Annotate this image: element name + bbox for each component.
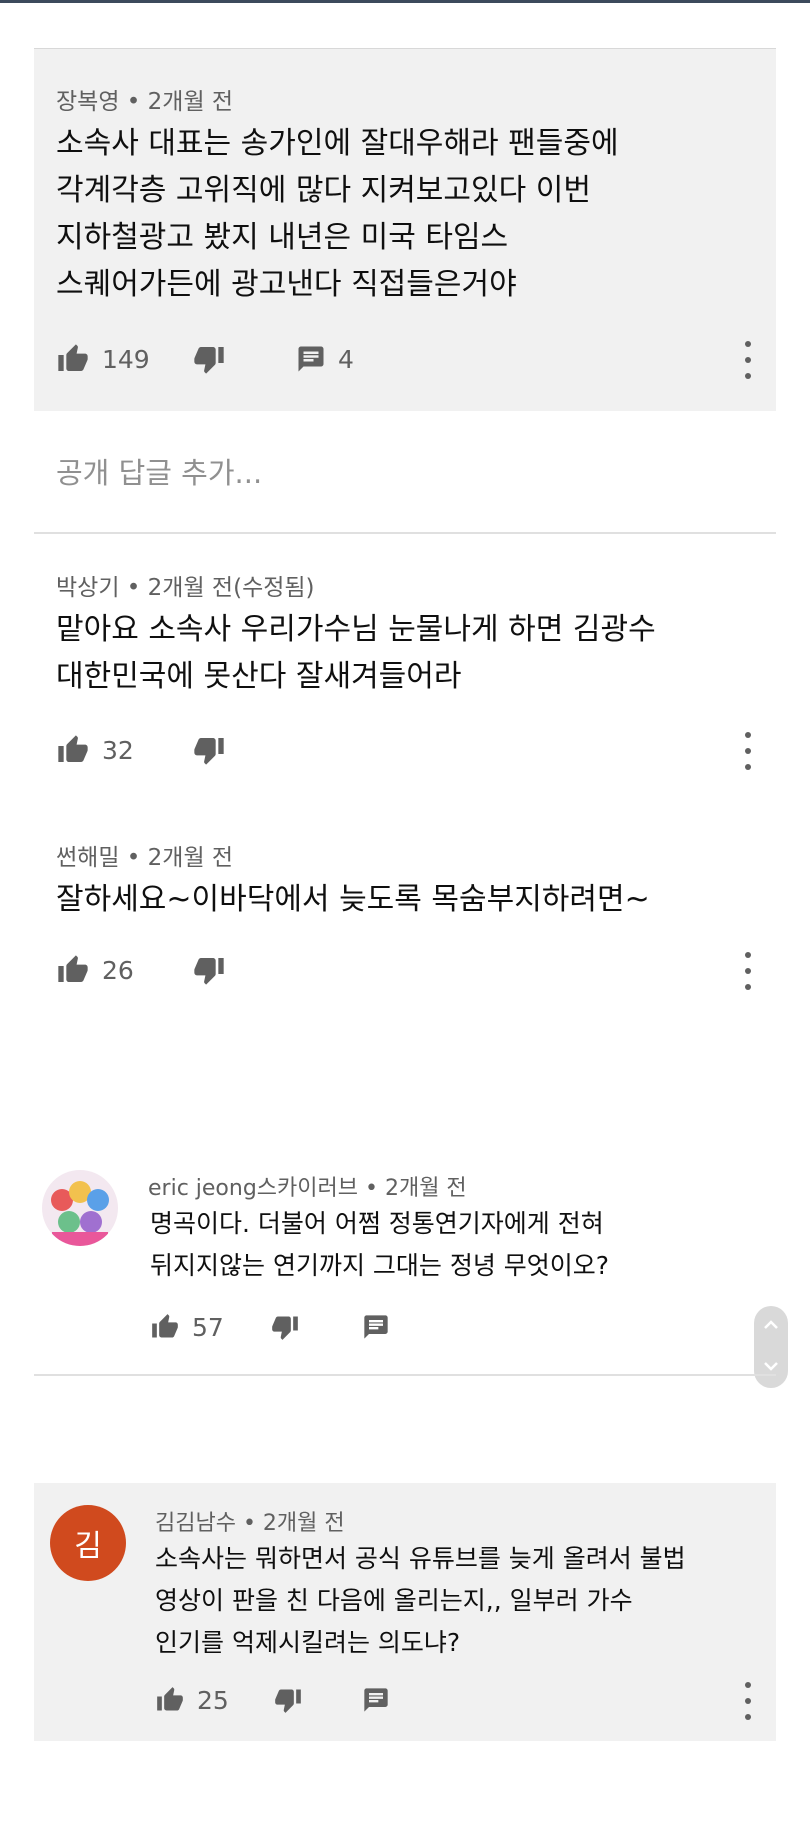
more-vert-icon[interactable] — [740, 1682, 756, 1720]
more-vert-icon[interactable] — [740, 341, 756, 379]
comment-actions: 149 4 — [56, 337, 756, 381]
comment-actions: 25 — [155, 1678, 765, 1722]
comment-actions: 26 — [56, 948, 756, 992]
comment-actions: 57 — [150, 1305, 710, 1349]
comment-text: 명곡이다. 더불어 어쩜 정통연기자에게 전혀 뒤지지않는 연기까지 그대는 정… — [150, 1209, 610, 1280]
comment-author[interactable]: 박상기 — [56, 575, 119, 601]
reply-icon — [362, 1313, 390, 1341]
reply-count: 4 — [338, 344, 354, 374]
comment-time: • 2개월 전 — [119, 89, 234, 115]
like-button[interactable]: 32 — [56, 728, 134, 772]
like-button[interactable]: 57 — [150, 1305, 224, 1349]
like-count: 149 — [102, 344, 150, 374]
like-button[interactable]: 149 — [56, 337, 150, 381]
avatar[interactable] — [42, 1170, 118, 1246]
dislike-button[interactable] — [192, 337, 226, 381]
comment-meta: 김김남수 • 2개월 전 — [155, 1505, 345, 1537]
reply-button[interactable]: 4 — [296, 337, 354, 381]
thumbs-down-icon — [192, 954, 226, 986]
top-status-bar — [0, 0, 810, 3]
dislike-button[interactable] — [270, 1305, 300, 1349]
more-vert-icon[interactable] — [740, 952, 756, 990]
comment-meta: 장복영 • 2개월 전 — [56, 82, 233, 116]
comment-meta: 박상기 • 2개월 전(수정됨) — [56, 568, 315, 602]
comment-actions: 32 — [56, 728, 756, 772]
chevron-up-icon[interactable] — [762, 1317, 780, 1336]
like-count: 26 — [102, 955, 134, 985]
comment-text: 맡아요 소속사 우리가수님 눈물나게 하면 김광수 대한민국에 못산다 잘새겨들… — [56, 612, 656, 694]
like-count: 25 — [197, 1685, 229, 1715]
like-count: 57 — [192, 1312, 224, 1342]
reply-icon — [296, 344, 326, 374]
divider — [34, 1374, 776, 1376]
comment-meta: 썬해밀 • 2개월 전 — [56, 838, 233, 872]
avatar[interactable]: 김 — [50, 1505, 126, 1581]
thumbs-up-icon — [155, 1686, 185, 1714]
comment-author[interactable]: 썬해밀 — [56, 845, 119, 871]
comment-meta: eric jeong스카이러브 • 2개월 전 — [148, 1170, 467, 1202]
comment-author[interactable]: 김김남수 — [155, 1511, 236, 1536]
dislike-button[interactable] — [192, 948, 226, 992]
thumbs-down-icon — [273, 1686, 303, 1714]
thumbs-down-icon — [192, 734, 226, 766]
divider — [34, 532, 776, 534]
like-button[interactable]: 25 — [155, 1678, 229, 1722]
comment-text: 소속사는 뭐하면서 공식 유튜브를 늦게 올려서 불법 영상이 판을 친 다음에… — [155, 1544, 686, 1657]
thumbs-down-icon — [270, 1313, 300, 1341]
more-vert-icon[interactable] — [740, 732, 756, 770]
comment-time: • 2개월 전 — [358, 1176, 467, 1201]
reply-button[interactable] — [362, 1678, 390, 1722]
like-button[interactable]: 26 — [56, 948, 134, 992]
comment-text: 소속사 대표는 송가인에 잘대우해라 팬들중에 각계각층 고위직에 많다 지켜보… — [56, 126, 619, 302]
dislike-button[interactable] — [192, 728, 226, 772]
comment-text: 잘하세요~이바닥에서 늦도록 목숨부지하려면~ — [56, 882, 650, 917]
comment-author[interactable]: 장복영 — [56, 89, 119, 115]
comment-author[interactable]: eric jeong스카이러브 — [148, 1176, 358, 1201]
thumbs-up-icon — [150, 1313, 180, 1341]
dislike-button[interactable] — [273, 1678, 303, 1722]
comment-time: • 2개월 전 — [235, 1511, 345, 1536]
like-count: 32 — [102, 735, 134, 765]
thumbs-up-icon — [56, 343, 90, 375]
thumbs-down-icon — [192, 343, 226, 375]
reply-input[interactable]: 공개 답글 추가... — [56, 450, 262, 492]
comment-time: • 2개월 전(수정됨) — [119, 575, 315, 601]
thumbs-up-icon — [56, 954, 90, 986]
comment-time: • 2개월 전 — [119, 845, 234, 871]
thumbs-up-icon — [56, 734, 90, 766]
reply-icon — [362, 1686, 390, 1714]
reply-button[interactable] — [362, 1305, 390, 1349]
